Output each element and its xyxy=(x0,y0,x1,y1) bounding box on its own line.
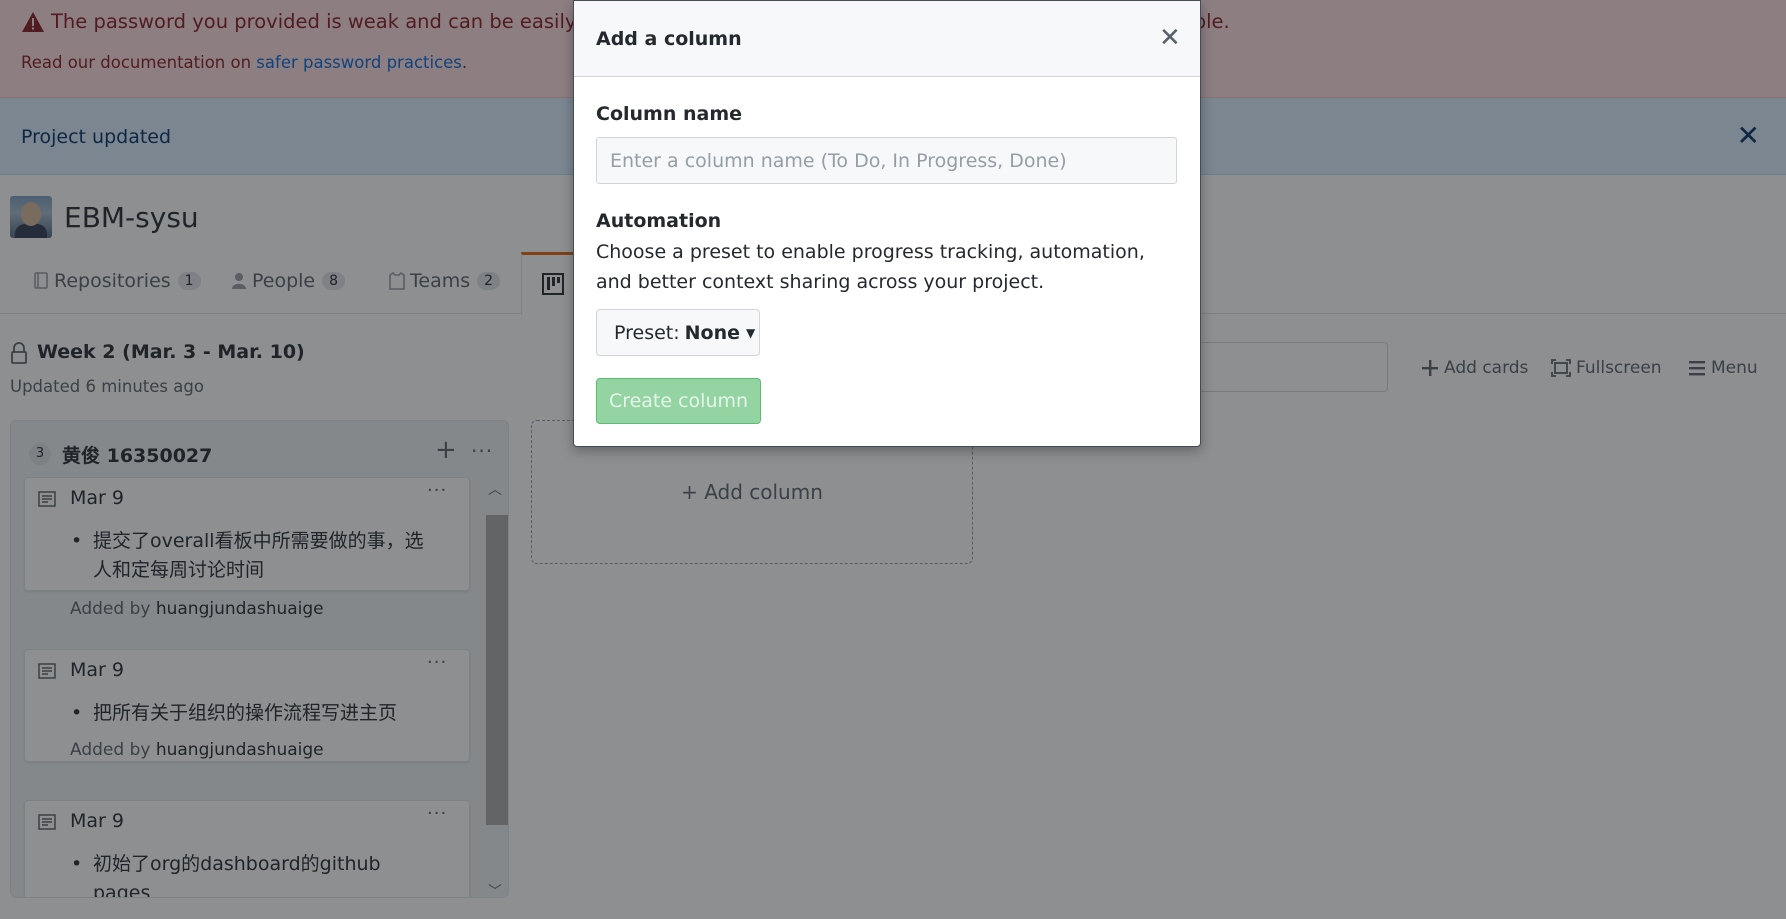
preset-select[interactable]: Preset: None ▼ xyxy=(596,309,760,356)
preset-value: None xyxy=(684,321,741,344)
create-column-button[interactable]: Create column xyxy=(596,378,761,424)
automation-description: Choose a preset to enable progress track… xyxy=(596,241,1145,293)
add-column-dialog: Add a column ✕ Column name Automation Ch… xyxy=(573,0,1201,447)
caret-down-icon: ▼ xyxy=(746,325,756,340)
close-icon[interactable]: ✕ xyxy=(1159,25,1181,51)
preset-prefix: Preset: xyxy=(614,321,680,344)
automation-label: Automation xyxy=(596,210,722,232)
dialog-header: Add a column ✕ xyxy=(574,1,1200,77)
dialog-title: Add a column xyxy=(596,28,742,50)
column-name-input[interactable] xyxy=(596,137,1177,184)
column-name-label: Column name xyxy=(596,103,743,125)
